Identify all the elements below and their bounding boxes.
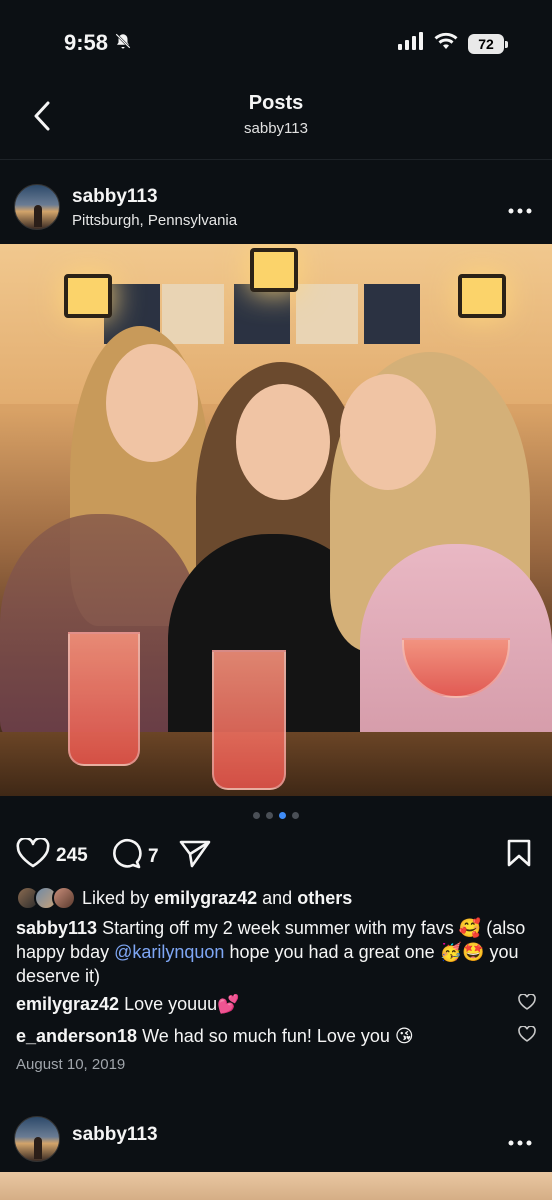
like-action: 245: [16, 836, 88, 874]
photo-person-face: [340, 374, 436, 490]
like-button[interactable]: [16, 836, 50, 874]
photo-lamp: [250, 248, 298, 292]
photo-curtain: [296, 284, 358, 344]
like-count[interactable]: 245: [56, 845, 88, 867]
send-icon: [179, 840, 211, 868]
liked-by-text: Liked by emilygraz42 and others: [82, 888, 352, 909]
ellipsis-icon: [508, 1140, 532, 1146]
wifi-icon: [434, 32, 458, 55]
avatar[interactable]: [14, 1116, 60, 1162]
photo-person-face: [106, 344, 198, 462]
carousel-indicator: [0, 812, 552, 819]
status-time: 9:58: [64, 30, 132, 56]
caption-mention[interactable]: @karilynquon: [114, 942, 224, 962]
photo-lamp: [458, 274, 506, 318]
photo-curtain: [162, 284, 224, 344]
liked-by-prefix: Liked by: [82, 887, 150, 908]
carousel-dot: [279, 812, 286, 819]
carousel-dot: [292, 812, 299, 819]
bell-muted-icon: [114, 30, 132, 56]
post-username[interactable]: sabby113: [72, 186, 158, 208]
ellipsis-icon: [508, 208, 532, 214]
comment-username[interactable]: e_anderson18: [16, 1026, 137, 1046]
page-title: Posts: [248, 92, 304, 114]
photo-drink: [68, 632, 140, 766]
liker-avatar: [52, 886, 76, 910]
status-bar: 9:58 72: [0, 0, 552, 90]
photo-banner: [234, 284, 290, 344]
heart-icon: [518, 993, 536, 1010]
heart-icon: [16, 836, 50, 868]
next-post-username[interactable]: sabby113: [72, 1124, 158, 1146]
photo-lamp: [64, 274, 112, 318]
carousel-dot: [266, 812, 273, 819]
comment-row: e_anderson18 We had so much fun! Love yo…: [16, 1025, 536, 1047]
bookmark-icon: [507, 839, 531, 867]
comment-text: Love youuu💕: [124, 994, 240, 1014]
post-actions: 245 7: [0, 834, 552, 874]
post-location[interactable]: Pittsburgh, Pennsylvania: [72, 212, 237, 229]
post-date: August 10, 2019: [16, 1056, 126, 1073]
comment-action: 7: [110, 838, 159, 876]
liked-by-and: and: [262, 887, 293, 908]
post-caption: sabby113 Starting off my 2 week summer w…: [16, 916, 536, 988]
photo-person-face: [236, 384, 330, 500]
share-action: [178, 838, 212, 876]
post-photo[interactable]: [0, 244, 552, 796]
heart-icon: [518, 1025, 536, 1042]
avatar[interactable]: [14, 184, 60, 230]
comment-username[interactable]: emilygraz42: [16, 994, 119, 1014]
more-options-button[interactable]: [508, 1126, 532, 1152]
liked-by-others[interactable]: others: [297, 888, 352, 908]
comment-icon: [113, 839, 142, 869]
photo-banner: [364, 284, 420, 344]
comment-button[interactable]: [110, 838, 142, 876]
comment-like-button[interactable]: [518, 1025, 536, 1047]
more-options-button[interactable]: [508, 194, 532, 220]
posts-header: Posts sabby113: [0, 82, 552, 160]
next-post-photo[interactable]: [0, 1172, 552, 1200]
liked-by-user[interactable]: emilygraz42: [154, 888, 257, 908]
carousel-dot: [253, 812, 260, 819]
post-header: sabby113 Pittsburgh, Pennsylvania: [0, 180, 552, 240]
battery-indicator: 72: [468, 33, 508, 54]
comment-like-button[interactable]: [518, 993, 536, 1015]
liked-by[interactable]: Liked by emilygraz42 and others: [16, 886, 352, 910]
page-subtitle: sabby113: [244, 120, 308, 137]
save-button[interactable]: [506, 838, 532, 868]
comment-count[interactable]: 7: [148, 846, 159, 868]
comment-text: We had so much fun! Love you 😘: [142, 1026, 414, 1046]
share-button[interactable]: [178, 838, 212, 876]
clock: 9:58: [64, 30, 109, 55]
caption-username[interactable]: sabby113: [16, 918, 97, 938]
comment-row: emilygraz42 Love youuu💕: [16, 993, 536, 1015]
status-indicators: 72: [398, 32, 508, 55]
photo-drink: [212, 650, 286, 790]
next-post-header: sabby113: [0, 1112, 552, 1162]
signal-icon: [398, 32, 424, 55]
